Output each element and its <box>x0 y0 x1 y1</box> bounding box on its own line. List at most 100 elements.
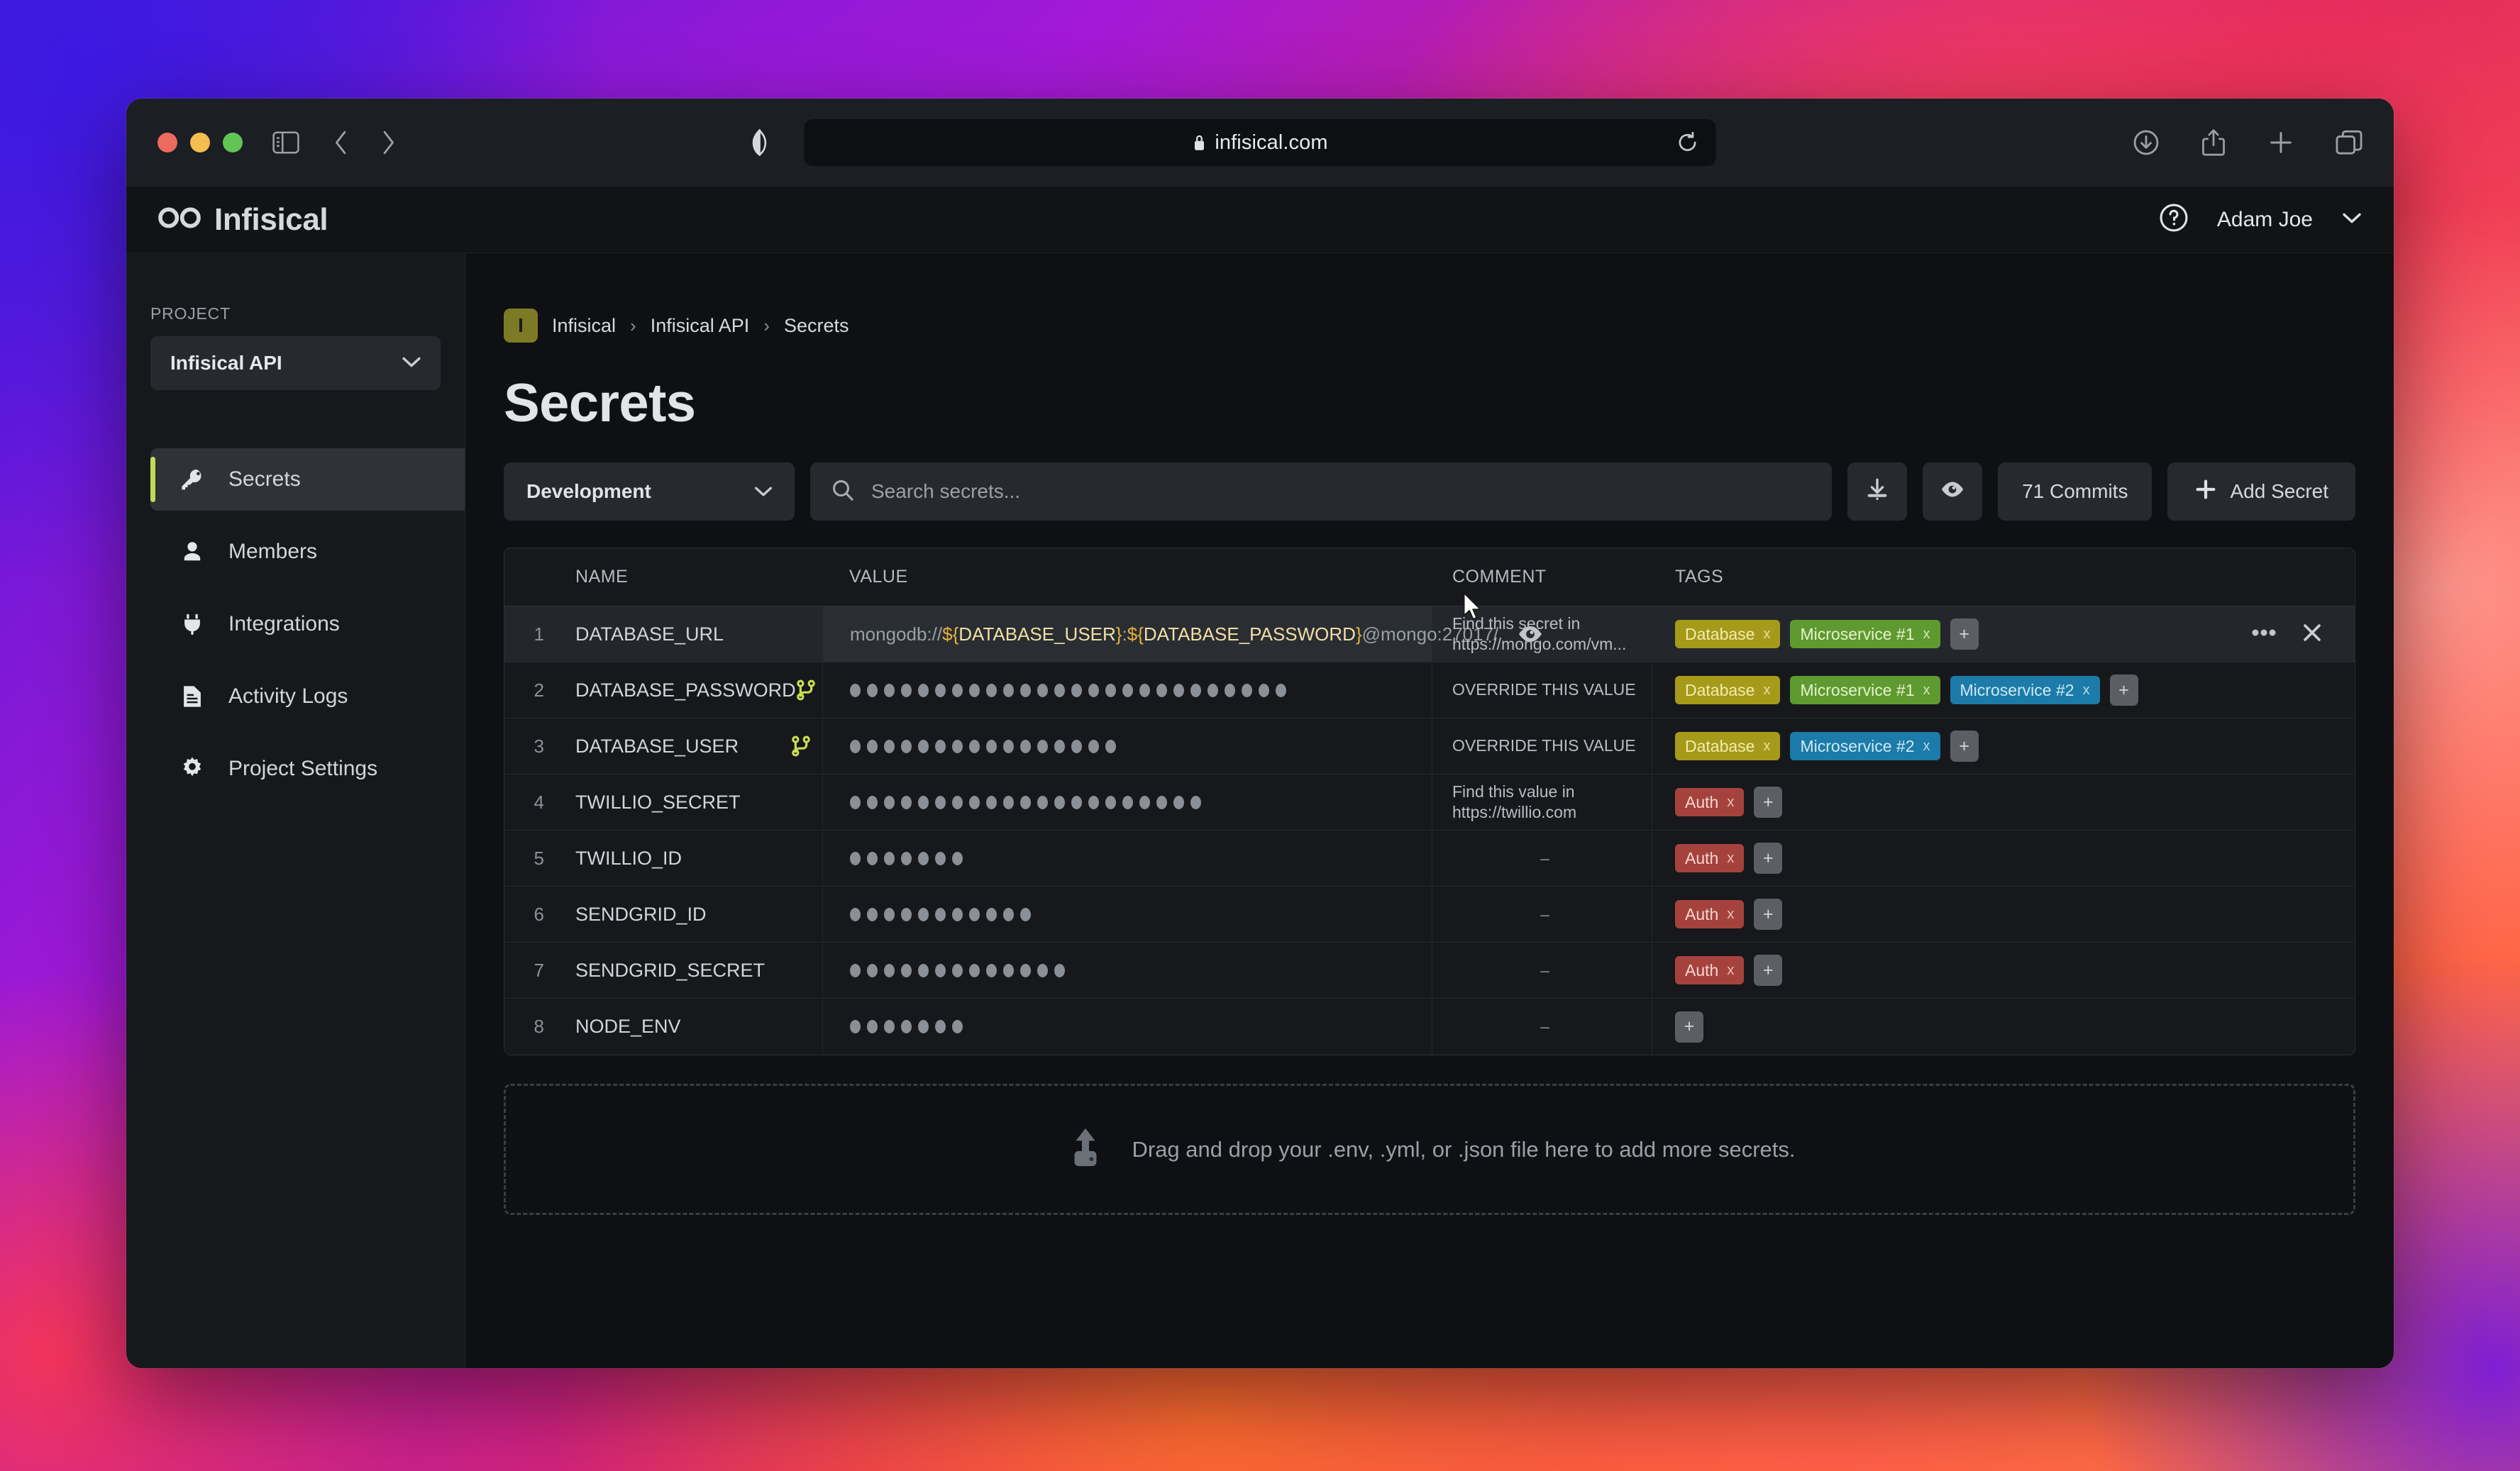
secret-name: DATABASE_URL <box>575 623 724 645</box>
secret-value-cell[interactable] <box>822 718 1432 774</box>
add-tag-button[interactable]: + <box>2110 675 2138 706</box>
tag-chip[interactable]: Databasex <box>1675 620 1780 648</box>
add-secret-button[interactable]: Add Secret <box>2167 462 2355 521</box>
secret-name-cell[interactable]: TWILLIO_ID <box>560 831 822 886</box>
minimize-window-button[interactable] <box>190 133 210 152</box>
secret-value-cell[interactable]: mongodb://${DATABASE_USER}:${DATABASE_PA… <box>822 606 1432 662</box>
table-row[interactable]: 1DATABASE_URLmongodb://${DATABASE_USER}:… <box>504 606 2355 662</box>
secret-value-cell[interactable] <box>822 775 1432 830</box>
sidebar-item-integrations[interactable]: Integrations <box>150 593 465 655</box>
secret-name-cell[interactable]: DATABASE_PASSWORD <box>560 662 822 718</box>
sidebar-item-members[interactable]: Members <box>150 521 465 583</box>
add-tag-button[interactable]: + <box>1675 1011 1703 1043</box>
breadcrumb-item-current[interactable]: Secrets <box>784 315 849 337</box>
add-tag-button[interactable]: + <box>1754 787 1782 818</box>
secret-value-cell[interactable] <box>822 943 1432 998</box>
secret-comment-cell[interactable]: OVERRIDE THIS VALUE <box>1432 718 1652 774</box>
table-row[interactable]: 2DATABASE_PASSWORDOVERRIDE THIS VALUEDat… <box>504 662 2355 718</box>
user-name[interactable]: Adam Joe <box>2217 208 2313 232</box>
tag-chip[interactable]: Authx <box>1675 956 1744 984</box>
tag-chip[interactable]: Microservice #2x <box>1950 676 2100 704</box>
breadcrumb-item-project[interactable]: Infisical API <box>651 315 750 337</box>
commits-button[interactable]: 71 Commits <box>1998 462 2152 521</box>
tag-chip[interactable]: Databasex <box>1675 732 1780 760</box>
question-mark-circle-icon[interactable] <box>2159 203 2189 236</box>
tag-remove-icon[interactable]: x <box>1763 738 1770 755</box>
tag-remove-icon[interactable]: x <box>1727 962 1734 979</box>
secret-name-cell[interactable]: SENDGRID_SECRET <box>560 943 822 998</box>
tag-remove-icon[interactable]: x <box>1763 682 1770 699</box>
secret-name-cell[interactable]: SENDGRID_ID <box>560 887 822 942</box>
download-secrets-button[interactable] <box>1847 462 1907 521</box>
secret-name-cell[interactable]: DATABASE_USER <box>560 718 822 774</box>
secret-name-cell[interactable]: TWILLIO_SECRET <box>560 775 822 830</box>
tag-chip[interactable]: Microservice #2x <box>1790 732 1940 760</box>
shield-icon[interactable] <box>751 129 768 156</box>
table-row[interactable]: 7SENDGRID_SECRET–Authx+ <box>504 943 2355 999</box>
brand[interactable]: Infisical <box>158 202 328 238</box>
secret-value-cell[interactable] <box>822 887 1432 942</box>
table-row[interactable]: 6SENDGRID_ID–Authx+ <box>504 887 2355 943</box>
chevron-down-icon[interactable] <box>2341 211 2362 228</box>
table-row[interactable]: 8NODE_ENV–+ <box>504 999 2355 1055</box>
back-arrow-icon[interactable] <box>332 130 350 155</box>
tag-remove-icon[interactable]: x <box>1923 626 1930 643</box>
secret-comment-cell[interactable]: – <box>1432 943 1652 998</box>
tab-overview-icon[interactable] <box>2336 130 2362 155</box>
file-dropzone[interactable]: Drag and drop your .env, .yml, or .json … <box>504 1084 2355 1215</box>
reload-icon[interactable] <box>1676 131 1699 154</box>
table-row[interactable]: 4TWILLIO_SECRETFind this value inhttps:/… <box>504 775 2355 831</box>
add-tag-button[interactable]: + <box>1950 731 1979 762</box>
table-row[interactable]: 3DATABASE_USEROVERRIDE THIS VALUEDatabas… <box>504 718 2355 775</box>
plus-icon[interactable] <box>2267 129 2294 156</box>
ellipsis-icon[interactable] <box>2251 628 2277 640</box>
secret-comment-cell[interactable]: Find this value inhttps://twillio.com <box>1432 775 1652 830</box>
tag-remove-icon[interactable]: x <box>1727 850 1734 867</box>
secret-comment-cell[interactable]: OVERRIDE THIS VALUE <box>1432 662 1652 718</box>
page-title: Secrets <box>504 372 2355 434</box>
downloads-icon[interactable] <box>2133 129 2160 156</box>
close-icon[interactable] <box>2301 621 2323 648</box>
tag-remove-icon[interactable]: x <box>1923 738 1930 755</box>
tag-remove-icon[interactable]: x <box>1763 626 1770 643</box>
secret-comment-cell[interactable]: Find this secret inhttps://mongo.com/vm.… <box>1432 606 1652 662</box>
sidebar-item-secrets[interactable]: Secrets <box>150 448 465 511</box>
secret-comment-cell[interactable]: – <box>1432 887 1652 942</box>
secret-name-cell[interactable]: DATABASE_URL <box>560 606 822 662</box>
tag-remove-icon[interactable]: x <box>1727 906 1734 923</box>
table-row[interactable]: 5TWILLIO_ID–Authx+ <box>504 831 2355 887</box>
reveal-secrets-button[interactable] <box>1923 462 1982 521</box>
secret-comment-cell[interactable]: – <box>1432 999 1652 1055</box>
add-tag-button[interactable]: + <box>1754 955 1782 986</box>
search-box[interactable] <box>810 462 1832 521</box>
environment-selector[interactable]: Development <box>504 462 795 521</box>
sidebar-item-activity-logs[interactable]: Activity Logs <box>150 665 465 728</box>
tag-chip[interactable]: Authx <box>1675 788 1744 816</box>
secret-value-cell[interactable] <box>822 999 1432 1055</box>
tag-chip[interactable]: Databasex <box>1675 676 1780 704</box>
tag-remove-icon[interactable]: x <box>2083 682 2090 699</box>
add-tag-button[interactable]: + <box>1950 618 1979 650</box>
tag-remove-icon[interactable]: x <box>1727 794 1734 811</box>
add-tag-button[interactable]: + <box>1754 899 1782 930</box>
breadcrumb-item-organization[interactable]: Infisical <box>552 315 616 337</box>
tag-chip[interactable]: Microservice #1x <box>1790 620 1940 648</box>
close-window-button[interactable] <box>158 133 177 152</box>
forward-arrow-icon[interactable] <box>379 130 397 155</box>
tag-chip[interactable]: Authx <box>1675 900 1744 928</box>
share-icon[interactable] <box>2201 128 2226 157</box>
sidebar-toggle-icon[interactable] <box>272 131 299 154</box>
address-bar[interactable]: infisical.com <box>805 119 1716 166</box>
tag-remove-icon[interactable]: x <box>1923 682 1930 699</box>
secret-name-cell[interactable]: NODE_ENV <box>560 999 822 1055</box>
sidebar-item-project-settings[interactable]: Project Settings <box>150 738 465 800</box>
secret-comment-cell[interactable]: – <box>1432 831 1652 886</box>
tag-chip[interactable]: Microservice #1x <box>1790 676 1940 704</box>
maximize-window-button[interactable] <box>223 133 243 152</box>
add-tag-button[interactable]: + <box>1754 843 1782 874</box>
tag-chip[interactable]: Authx <box>1675 844 1744 872</box>
project-selector[interactable]: Infisical API <box>150 336 441 390</box>
search-input[interactable] <box>871 480 1811 503</box>
secret-value-cell[interactable] <box>822 662 1432 718</box>
secret-value-cell[interactable] <box>822 831 1432 886</box>
